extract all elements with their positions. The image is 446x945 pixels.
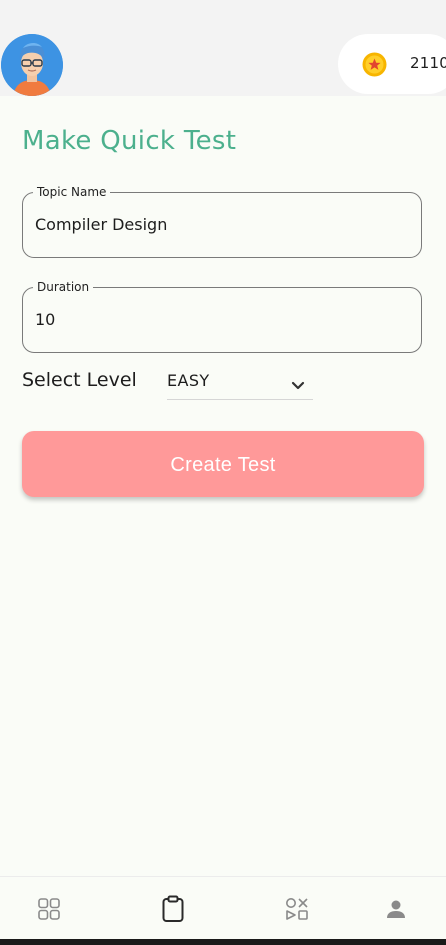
system-gesture-bar bbox=[0, 939, 446, 945]
user-avatar-icon[interactable] bbox=[1, 34, 63, 96]
page-title: Make Quick Test bbox=[22, 126, 237, 156]
create-test-label: Create Test bbox=[170, 454, 276, 476]
duration-field[interactable]: Duration 10 bbox=[22, 279, 422, 353]
select-level-label: Select Level bbox=[22, 369, 137, 391]
level-dropdown[interactable]: EASY bbox=[167, 366, 313, 400]
profile-icon bbox=[387, 900, 405, 918]
games-icon bbox=[286, 897, 308, 920]
coin-balance: 2110 bbox=[338, 34, 446, 94]
clipboard-icon bbox=[162, 895, 184, 922]
nav-item-home[interactable] bbox=[19, 877, 79, 940]
nav-item-profile[interactable] bbox=[366, 877, 426, 940]
grid-icon bbox=[38, 897, 60, 920]
nav-item-tests[interactable] bbox=[143, 877, 203, 940]
level-dropdown-value: EASY bbox=[167, 371, 210, 390]
chevron-down-icon bbox=[291, 376, 305, 390]
bottom-navigation bbox=[0, 876, 446, 940]
topic-name-label: Topic Name bbox=[33, 184, 111, 200]
create-test-button[interactable]: Create Test bbox=[22, 431, 424, 497]
duration-value[interactable]: 10 bbox=[35, 310, 55, 329]
duration-label: Duration bbox=[33, 279, 94, 295]
star-coin-icon bbox=[362, 52, 387, 77]
topic-name-value[interactable]: Compiler Design bbox=[35, 215, 167, 234]
topic-name-field[interactable]: Topic Name Compiler Design bbox=[22, 184, 422, 258]
nav-item-games[interactable] bbox=[267, 877, 327, 940]
top-header: 2110 bbox=[0, 0, 446, 96]
coin-count: 2110 bbox=[410, 54, 446, 72]
